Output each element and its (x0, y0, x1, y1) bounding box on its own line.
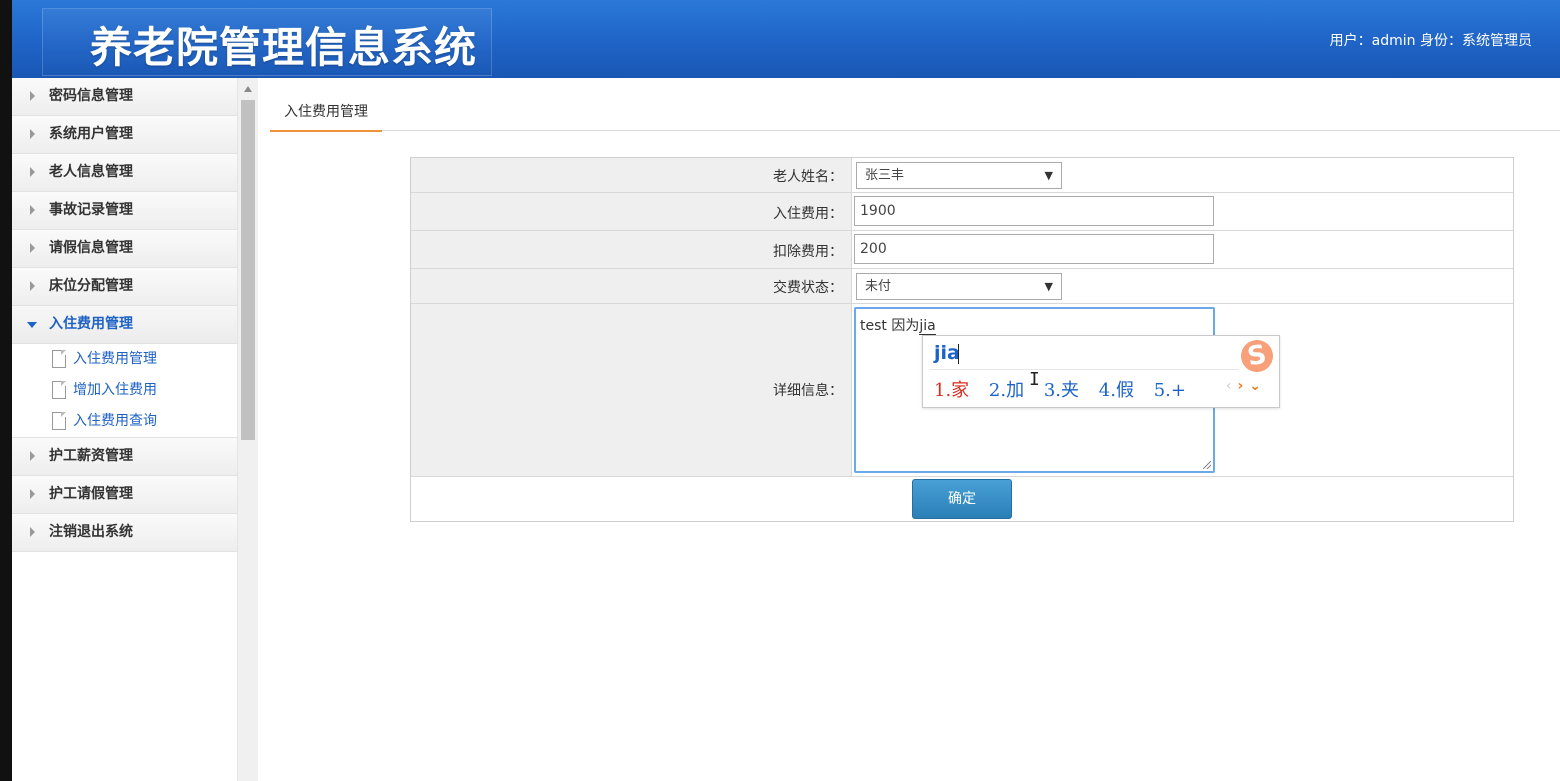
sidebar-item-label: 请假信息管理 (49, 240, 133, 256)
dropdown-arrow-icon: ▼ (1044, 280, 1053, 293)
triangle-right-icon (30, 489, 35, 499)
sidebar-item-password[interactable]: 密码信息管理 (12, 78, 237, 116)
ime-candidate-5[interactable]: 5.+ (1154, 380, 1186, 401)
user-info: 用户：admin 身份：系统管理员 (1329, 33, 1532, 49)
checkin-fee-label: 入住费用： (773, 206, 843, 222)
detail-info-label: 详细信息： (773, 383, 843, 399)
ime-next-page-icon[interactable]: › (1237, 378, 1243, 394)
ime-expand-icon[interactable]: ⌄ (1249, 378, 1261, 394)
triangle-right-icon (30, 205, 35, 215)
sidebar-item-label: 系统用户管理 (49, 126, 133, 142)
submenu-item-label: 增加入住费用 (73, 382, 157, 398)
submenu-item-label: 入住费用查询 (73, 413, 157, 429)
row-elder-name: 老人姓名： 张三丰 ▼ (411, 158, 1513, 193)
submenu-item-add-fee[interactable]: 增加入住费用 (12, 375, 237, 406)
submenu-item-fee-management[interactable]: 入住费用管理 (12, 344, 237, 375)
sidebar-item-label: 床位分配管理 (49, 278, 133, 294)
ime-candidate-list: 1.家 2.加 3.夹 4.假 5.+ (934, 376, 1200, 402)
sidebar-item-label: 护工薪资管理 (49, 448, 133, 464)
detail-text: test 因为 (860, 318, 920, 334)
label-cell: 老人姓名： (411, 158, 852, 192)
app-header: 养老院管理信息系统 用户：admin 身份：系统管理员 (12, 0, 1560, 78)
row-payment-status: 交费状态： 未付 ▼ (411, 269, 1513, 304)
sidebar-item-label: 密码信息管理 (49, 88, 133, 104)
ime-divider (929, 369, 1239, 370)
resize-grip-icon[interactable] (1203, 461, 1211, 469)
submenu-item-label: 入住费用管理 (73, 351, 157, 367)
document-icon (52, 412, 66, 430)
sidebar-item-leave-info[interactable]: 请假信息管理 (12, 230, 237, 268)
text-caret (958, 344, 959, 364)
submenu-checkin-fees: 入住费用管理 增加入住费用 入住费用查询 (12, 344, 237, 438)
sidebar-item-caregiver-leave[interactable]: 护工请假管理 (12, 476, 237, 514)
payment-status-value: 未付 (865, 279, 892, 294)
payment-status-select[interactable]: 未付 ▼ (856, 273, 1062, 300)
ime-candidate-4[interactable]: 4.假 (1099, 380, 1134, 401)
ime-candidate-window: jia 1.家 2.加 3.夹 4.假 5.+ ‹ › ⌄ S (922, 335, 1280, 408)
elder-name-value: 张三丰 (865, 168, 905, 183)
text-cursor-icon: I (1029, 369, 1040, 390)
elder-name-select[interactable]: 张三丰 ▼ (856, 162, 1062, 189)
composing-text: jia (919, 318, 936, 335)
deduct-fee-label: 扣除费用： (773, 244, 843, 260)
triangle-down-icon (27, 322, 37, 328)
label-cell: 交费状态： (411, 269, 852, 303)
triangle-right-icon (30, 91, 35, 101)
triangle-right-icon (30, 243, 35, 253)
label-cell: 扣除费用： (411, 231, 852, 268)
tab-checkin-fees[interactable]: 入住费用管理 (270, 98, 382, 132)
triangle-right-icon (30, 281, 35, 291)
tab-bar: 入住费用管理 (270, 98, 1560, 132)
sidebar-item-logout[interactable]: 注销退出系统 (12, 514, 237, 552)
sidebar-item-elder-info[interactable]: 老人信息管理 (12, 154, 237, 192)
scroll-up-arrow-icon[interactable] (244, 86, 252, 92)
window-left-edge (0, 0, 12, 781)
submenu-item-fee-query[interactable]: 入住费用查询 (12, 406, 237, 437)
document-icon (52, 350, 66, 368)
label-cell: 详细信息： (411, 304, 852, 476)
sidebar-item-label: 入住费用管理 (49, 316, 133, 332)
sidebar: 密码信息管理 系统用户管理 老人信息管理 事故记录管理 请假信息管理 床位分配管… (12, 78, 237, 781)
document-icon (52, 381, 66, 399)
triangle-right-icon (30, 167, 35, 177)
sidebar-item-label: 注销退出系统 (49, 524, 133, 540)
sidebar-item-checkin-fees[interactable]: 入住费用管理 (12, 306, 237, 344)
payment-status-label: 交费状态： (773, 280, 843, 296)
sidebar-item-bed-allocation[interactable]: 床位分配管理 (12, 268, 237, 306)
submit-button[interactable]: 确定 (912, 479, 1012, 519)
elder-name-label: 老人姓名： (773, 169, 843, 185)
row-deduct-fee: 扣除费用： 200 (411, 231, 1513, 269)
deduct-fee-input[interactable]: 200 (854, 234, 1214, 264)
sidebar-item-accident-records[interactable]: 事故记录管理 (12, 192, 237, 230)
label-cell: 入住费用： (411, 193, 852, 230)
dropdown-arrow-icon: ▼ (1044, 169, 1053, 182)
sidebar-item-system-users[interactable]: 系统用户管理 (12, 116, 237, 154)
ime-candidate-3[interactable]: 3.夹 (1044, 380, 1079, 401)
app-title: 养老院管理信息系统 (90, 23, 478, 72)
ime-candidate-1[interactable]: 1.家 (934, 380, 969, 401)
row-checkin-fee: 入住费用： 1900 (411, 193, 1513, 231)
sidebar-item-caregiver-salary[interactable]: 护工薪资管理 (12, 438, 237, 476)
triangle-right-icon (30, 527, 35, 537)
triangle-right-icon (30, 129, 35, 139)
ime-candidate-2[interactable]: 2.加 (989, 380, 1024, 401)
sidebar-item-label: 老人信息管理 (49, 164, 133, 180)
triangle-right-icon (30, 451, 35, 461)
ime-prev-page-icon[interactable]: ‹ (1226, 378, 1232, 394)
ime-composition: jia (934, 342, 960, 364)
sidebar-scrollbar[interactable] (237, 78, 258, 781)
sidebar-item-label: 护工请假管理 (49, 486, 133, 502)
sogou-logo-icon: S (1238, 337, 1276, 375)
checkin-fee-input[interactable]: 1900 (854, 196, 1214, 226)
sidebar-item-label: 事故记录管理 (49, 202, 133, 218)
scrollbar-thumb[interactable] (241, 100, 255, 440)
ime-nav: ‹ › ⌄ (1226, 378, 1261, 394)
